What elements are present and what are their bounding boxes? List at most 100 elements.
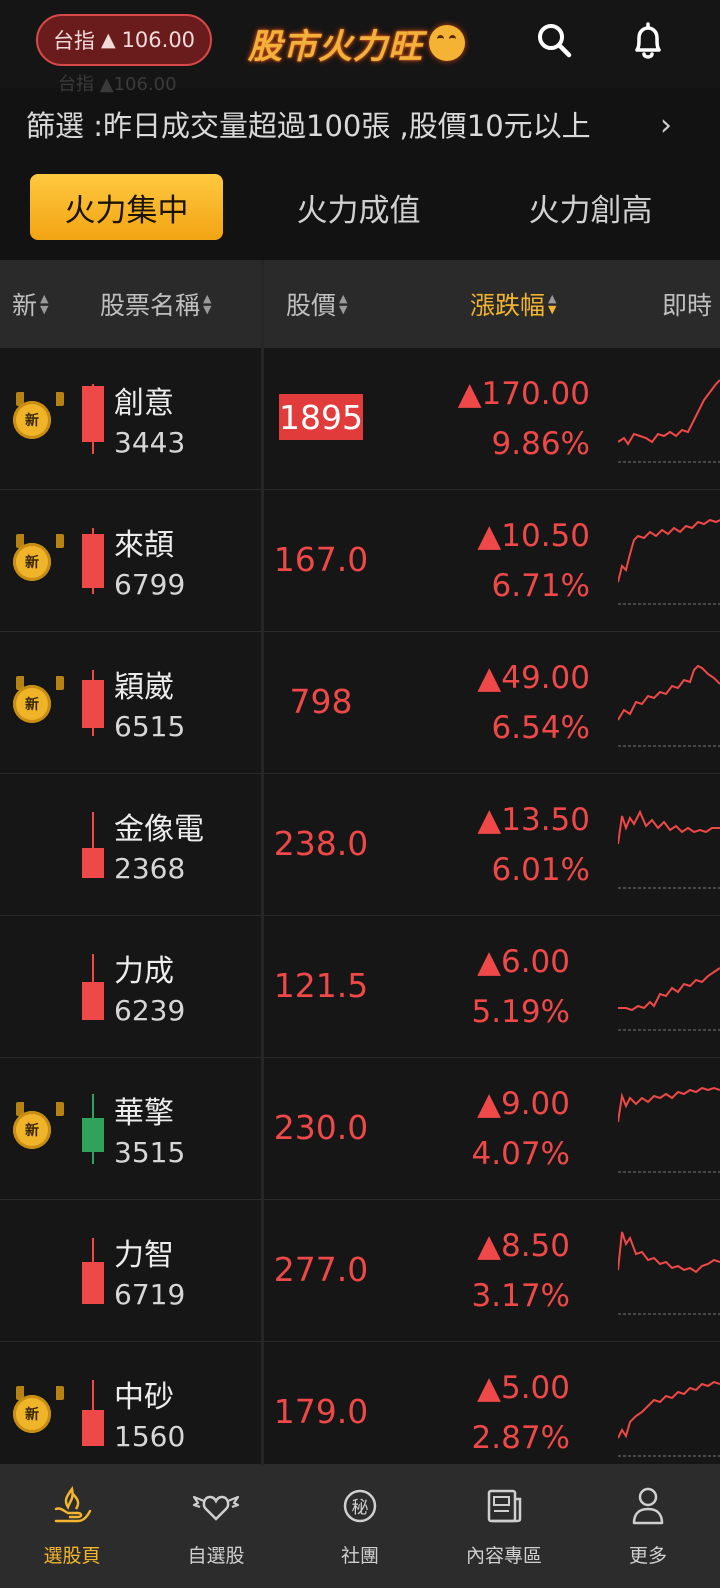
table-row[interactable]: 新 華擎 3515 230.0 ▲9.00 4.07% [0,1058,720,1200]
table-row[interactable]: 金像電 2368 238.0 ▲13.50 6.01% [0,774,720,916]
nav-club[interactable]: 秘 社團 [288,1465,432,1588]
table-header: 新 ▲ ▼ 股票名稱 ▲ ▼ 股價 ▲ ▼ 漲跌幅 ▲ ▼ 即時 [0,260,720,348]
candlestick-icon [82,670,104,736]
stock-code: 6719 [114,1278,186,1311]
stock-name: 力智 [114,1238,174,1273]
nav-label: 社團 [340,1545,379,1567]
stock-price: 230.0 [273,1107,369,1147]
percent-change: 6.71% [491,568,590,604]
column-price[interactable]: 股價 ▲ ▼ [286,260,347,348]
stock-price: 179.0 [273,1391,369,1431]
price-change: ▲49.00 [477,660,590,696]
tab-firepower-high[interactable]: 火力創高 [494,174,687,240]
candlestick-icon [82,954,104,1020]
tab-firepower-value[interactable]: 火力成值 [262,174,455,240]
stock-price: 121.5 [273,965,369,1005]
price-change: ▲9.00 [477,1086,570,1122]
index-value: 106.00 [121,28,196,52]
percent-change: 3.17% [471,1278,570,1314]
index-label: 台指 [52,29,95,53]
intraday-sparkline [618,1231,720,1315]
price-change: ▲10.50 [477,518,590,554]
candlestick-icon [82,1380,104,1446]
stock-name: 中砂 [114,1380,174,1415]
app-logo: 股市火力旺 [248,18,465,68]
sort-icon: ▲ ▼ [339,292,348,316]
column-new[interactable]: 新 ▲ ▼ [12,260,48,348]
new-medal-icon: 新 [13,542,51,581]
column-change[interactable]: 漲跌幅 ▲ ▼ [470,260,556,348]
sort-icon: ▲ ▼ [203,292,212,316]
svg-text:秘: 秘 [352,1498,369,1518]
table-row[interactable]: 新 中砂 1560 179.0 ▲5.00 2.87% [0,1342,720,1465]
nav-label: 自選股 [187,1545,245,1567]
intraday-sparkline [618,1086,720,1173]
new-medal-icon: 新 [13,684,51,723]
nav-stock-pick[interactable]: 選股頁 [0,1465,144,1588]
filter-text: 篩選 :昨日成交量超過100張 ,股價10元以上 [26,109,591,143]
stock-pick-icon [54,1486,92,1523]
stock-price: 238.0 [273,823,369,863]
winged-heart-icon [192,1495,240,1521]
stock-name: 來頡 [114,528,174,563]
person-icon [632,1487,664,1525]
candlestick-icon [82,1238,104,1304]
candlestick-icon [82,384,104,454]
table-row[interactable]: 新 穎崴 6515 798 ▲49.00 6.54% [0,632,720,774]
sort-icon: ▲ ▼ [548,292,557,316]
intraday-sparkline [618,1380,720,1457]
stock-name: 華擎 [114,1096,174,1131]
search-icon[interactable] [534,20,574,60]
table-row[interactable]: 力成 6239 121.5 ▲6.00 5.19% [0,916,720,1058]
intraday-sparkline [618,379,720,463]
new-medal-icon: 新 [13,1395,51,1433]
intraday-sparkline [618,664,720,747]
nav-label: 更多 [628,1545,667,1567]
stock-price: 798 [289,681,353,721]
stock-code: 6239 [114,994,186,1027]
filter-bar[interactable]: 篩選 :昨日成交量超過100張 ,股價10元以上 › [0,88,720,160]
stock-name: 穎崴 [114,670,174,705]
frozen-column-divider [261,260,264,1465]
candlestick-icon [82,528,104,594]
candlestick-icon [82,812,104,878]
intraday-sparkline [618,809,720,889]
price-change: ▲5.00 [477,1370,570,1406]
percent-change: 5.19% [471,994,570,1030]
bell-icon[interactable] [628,20,668,60]
tab-firepower-focus[interactable]: 火力集中 [30,174,223,240]
stock-name: 力成 [114,954,174,989]
column-realtime[interactable]: 即時 [662,260,712,348]
logo-text: 股市火力旺 [248,26,423,67]
stock-code: 3515 [114,1136,186,1169]
news-icon [487,1489,522,1523]
stock-code: 6515 [114,710,186,743]
candlestick-icon [82,1094,104,1164]
intraday-sparkline [618,518,720,605]
chevron-right-icon[interactable]: › [660,108,672,143]
stock-name: 創意 [114,386,174,421]
nav-watchlist[interactable]: 自選股 [144,1465,288,1588]
index-ticker-pill[interactable]: 台指 ▲ 106.00 [36,14,212,66]
nav-more[interactable]: 更多 [576,1465,720,1588]
secret-club-icon: 秘 [343,1489,377,1523]
up-triangle-icon: ▲ [100,29,116,51]
price-change: ▲8.50 [477,1228,570,1264]
price-change: ▲6.00 [477,944,570,980]
nav-content[interactable]: 內容專區 [432,1465,576,1588]
price-change: ▲13.50 [477,802,590,838]
new-medal-icon: 新 [13,400,51,439]
app-header: 台指 ▲ 106.00 台指 ▲106.00 股市火力旺 [0,0,720,95]
smiley-icon [429,25,465,61]
column-name[interactable]: 股票名稱 ▲ ▼ [100,260,211,348]
table-row[interactable]: 新 來頡 6799 167.0 ▲10.50 6.71% [0,490,720,632]
stock-code: 3443 [114,426,186,459]
percent-change: 2.87% [471,1420,570,1456]
table-row[interactable]: 力智 6719 277.0 ▲8.50 3.17% [0,1200,720,1342]
percent-change: 6.54% [491,710,590,746]
price-change: ▲170.00 [457,376,590,412]
table-row[interactable]: 新 創意 3443 1895 ▲170.00 9.86% [0,348,720,490]
stock-name: 金像電 [114,812,204,847]
nav-label: 選股頁 [43,1545,101,1567]
stock-code: 6799 [114,568,186,601]
